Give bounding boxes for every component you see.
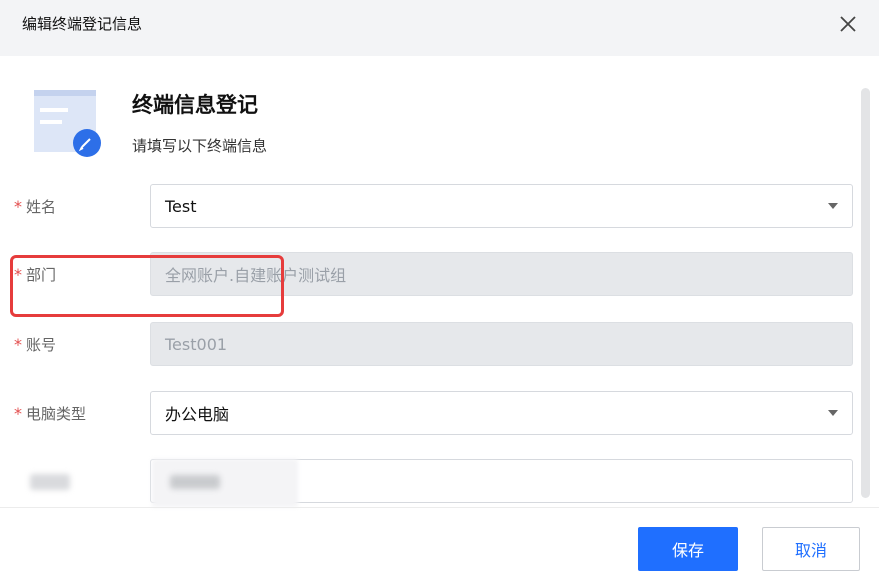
obscured-label	[30, 474, 70, 490]
save-button[interactable]: 保存	[638, 527, 738, 571]
name-label-text: 姓名	[26, 197, 57, 216]
name-select[interactable]: Test	[150, 184, 853, 228]
computer-type-label: * 电脑类型	[14, 391, 86, 435]
name-label: * 姓名	[14, 184, 56, 228]
dialog-header: 编辑终端登记信息	[0, 0, 879, 56]
form-subheading: 请填写以下终端信息	[132, 137, 268, 155]
account-field: Test001	[150, 322, 853, 366]
dialog-title: 编辑终端登记信息	[22, 15, 143, 33]
name-select-value: Test	[165, 196, 197, 216]
computer-type-label-text: 电脑类型	[26, 404, 87, 423]
obscured-value	[170, 475, 220, 489]
required-mark: *	[14, 334, 22, 354]
cancel-button[interactable]: 取消	[762, 527, 860, 571]
chevron-down-icon	[828, 203, 838, 209]
account-label: * 账号	[14, 322, 56, 366]
chevron-down-icon	[828, 410, 838, 416]
close-icon	[840, 16, 856, 32]
form-heading: 终端信息登记	[132, 93, 258, 117]
highlight-annotation	[10, 255, 284, 317]
required-mark: *	[14, 403, 22, 423]
account-value: Test001	[165, 334, 228, 354]
account-label-text: 账号	[26, 335, 57, 354]
scrollbar-thumb[interactable]	[861, 88, 870, 498]
computer-type-value: 办公电脑	[165, 405, 230, 424]
footer-divider	[0, 507, 879, 508]
computer-type-select[interactable]: 办公电脑	[150, 391, 853, 435]
form-edit-icon	[34, 90, 101, 157]
required-mark: *	[14, 196, 22, 216]
close-button[interactable]	[832, 8, 864, 40]
